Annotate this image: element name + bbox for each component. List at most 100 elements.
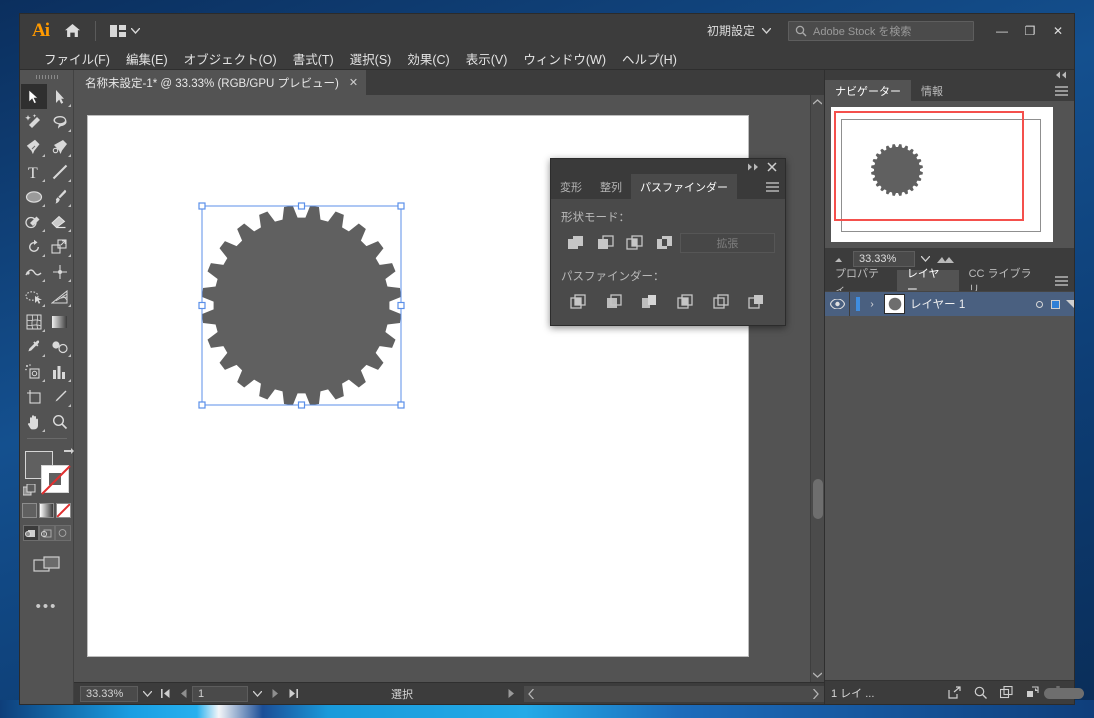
hand-tool[interactable] bbox=[21, 409, 47, 434]
draw-normal-icon[interactable] bbox=[22, 525, 39, 541]
gradient-button[interactable] bbox=[39, 503, 54, 518]
selection-tool[interactable] bbox=[20, 84, 47, 109]
zoom-out-icon[interactable] bbox=[833, 255, 847, 263]
slice-tool[interactable] bbox=[47, 384, 73, 409]
layers-panel-menu-icon[interactable] bbox=[1049, 270, 1074, 291]
pen-tool[interactable] bbox=[21, 134, 47, 159]
prev-artboard-icon[interactable] bbox=[174, 686, 192, 702]
lasso-tool[interactable] bbox=[47, 109, 73, 134]
zoom-dropdown-icon[interactable] bbox=[138, 686, 156, 702]
layer-selection-square[interactable] bbox=[1051, 299, 1060, 309]
menu-edit[interactable]: 編集(E) bbox=[118, 47, 176, 70]
scale-tool[interactable] bbox=[47, 234, 73, 259]
vertical-scroll-thumb[interactable] bbox=[813, 479, 823, 519]
create-new-sublayer-icon[interactable] bbox=[996, 684, 1016, 702]
status-play-icon[interactable] bbox=[502, 686, 520, 702]
color-button[interactable] bbox=[22, 503, 37, 518]
none-button[interactable] bbox=[56, 503, 71, 518]
exclude-button[interactable] bbox=[650, 232, 680, 254]
menu-help[interactable]: ヘルプ(H) bbox=[614, 47, 685, 70]
menu-window[interactable]: ウィンドウ(W) bbox=[515, 47, 614, 70]
horizontal-scrollbar[interactable] bbox=[524, 685, 1084, 702]
tools-panel-grip[interactable] bbox=[20, 72, 73, 82]
menu-file[interactable]: ファイル(F) bbox=[36, 47, 118, 70]
last-artboard-icon[interactable] bbox=[284, 686, 302, 702]
crop-button[interactable] bbox=[668, 291, 704, 313]
tab-align[interactable]: 整列 bbox=[591, 174, 631, 199]
menu-type[interactable]: 書式(T) bbox=[285, 47, 342, 70]
ellipse-tool[interactable] bbox=[21, 184, 47, 209]
symbol-sprayer-tool[interactable] bbox=[21, 359, 47, 384]
home-icon[interactable] bbox=[59, 20, 85, 42]
gradient-tool[interactable] bbox=[47, 309, 73, 334]
eyedropper-tool[interactable] bbox=[21, 334, 47, 359]
intersect-button[interactable] bbox=[620, 232, 650, 254]
workspace-selector[interactable]: 初期設定 bbox=[698, 19, 780, 42]
expand-button[interactable]: 拡張 bbox=[679, 233, 775, 253]
tab-info[interactable]: 情報 bbox=[911, 80, 953, 101]
tab-navigator[interactable]: ナビゲーター bbox=[825, 80, 911, 101]
edit-toolbar-button[interactable]: ••• bbox=[36, 598, 58, 615]
first-artboard-icon[interactable] bbox=[156, 686, 174, 702]
curvature-tool[interactable] bbox=[47, 134, 73, 159]
perspective-grid-tool[interactable] bbox=[47, 284, 73, 309]
divide-button[interactable] bbox=[561, 291, 597, 313]
layer-list[interactable]: › レイヤー 1 bbox=[825, 291, 1074, 680]
close-button[interactable]: ✕ bbox=[1044, 20, 1072, 42]
minus-back-button[interactable] bbox=[739, 291, 775, 313]
navigator-zoom-dropdown-icon[interactable] bbox=[921, 256, 930, 262]
outline-button[interactable] bbox=[704, 291, 740, 313]
paintbrush-tool[interactable] bbox=[47, 184, 73, 209]
layer-name[interactable]: レイヤー 1 bbox=[910, 296, 1036, 312]
zoom-tool[interactable] bbox=[47, 409, 73, 434]
navigator-thumbnail[interactable] bbox=[831, 107, 1053, 242]
shaper-tool[interactable] bbox=[21, 209, 47, 234]
tab-pathfinder[interactable]: パスファインダー bbox=[631, 174, 737, 199]
merge-button[interactable] bbox=[632, 291, 668, 313]
line-segment-tool[interactable] bbox=[47, 159, 73, 184]
tab-transform[interactable]: 変形 bbox=[551, 174, 591, 199]
tab-properties[interactable]: プロパティ bbox=[825, 268, 897, 296]
mesh-tool[interactable] bbox=[21, 309, 47, 334]
zoom-in-icon[interactable] bbox=[936, 255, 956, 264]
eye-icon[interactable] bbox=[825, 299, 849, 309]
magic-wand-tool[interactable] bbox=[21, 109, 47, 134]
vertical-scroll-track[interactable] bbox=[811, 109, 824, 668]
close-icon[interactable]: ✕ bbox=[349, 76, 358, 89]
minus-front-button[interactable] bbox=[591, 232, 621, 254]
change-screen-mode-icon[interactable] bbox=[32, 555, 61, 580]
maximize-button[interactable]: ❐ bbox=[1016, 20, 1044, 42]
minimize-button[interactable]: — bbox=[988, 20, 1016, 42]
pathfinder-panel[interactable]: 変形 整列 パスファインダー 形状モード： 拡張 パスファインダー： bbox=[550, 158, 786, 326]
layer-row[interactable]: › レイヤー 1 bbox=[825, 292, 1074, 316]
scroll-down-icon[interactable] bbox=[813, 668, 822, 682]
draw-behind-icon[interactable] bbox=[38, 525, 55, 541]
width-tool[interactable] bbox=[21, 259, 47, 284]
stock-search-input[interactable]: Adobe Stock を検索 bbox=[788, 20, 974, 41]
zoom-level-input[interactable]: 33.33% bbox=[80, 685, 138, 702]
navigator-panel-menu-icon[interactable] bbox=[1048, 80, 1074, 101]
artboard-tool[interactable] bbox=[21, 384, 47, 409]
menu-select[interactable]: 選択(S) bbox=[342, 47, 400, 70]
artboard-number-input[interactable]: 1 bbox=[192, 685, 248, 702]
stroke-swatch[interactable] bbox=[40, 465, 71, 495]
next-artboard-icon[interactable] bbox=[266, 686, 284, 702]
navigator-view-box[interactable] bbox=[834, 111, 1024, 221]
blend-tool[interactable] bbox=[47, 334, 73, 359]
target-circle-icon[interactable] bbox=[1036, 300, 1043, 308]
locate-object-icon[interactable] bbox=[944, 684, 964, 702]
column-graph-tool[interactable] bbox=[47, 359, 73, 384]
menu-effect[interactable]: 効果(C) bbox=[399, 47, 457, 70]
make-clipping-mask-icon[interactable] bbox=[970, 684, 990, 702]
draw-inside-icon[interactable] bbox=[54, 525, 71, 541]
tab-layers[interactable]: レイヤー bbox=[896, 268, 959, 296]
pathfinder-panel-menu-icon[interactable] bbox=[759, 174, 785, 199]
close-icon[interactable] bbox=[767, 161, 777, 172]
arrange-documents-icon[interactable] bbox=[106, 23, 144, 39]
horizontal-scroll-thumb[interactable] bbox=[1044, 688, 1084, 699]
collapse-icon[interactable] bbox=[747, 163, 759, 171]
chevron-right-icon[interactable]: › bbox=[865, 299, 879, 310]
menu-object[interactable]: オブジェクト(O) bbox=[176, 47, 285, 70]
document-tab[interactable]: 名称未設定-1* @ 33.33% (RGB/GPU プレビュー) ✕ bbox=[74, 70, 368, 95]
eraser-tool[interactable] bbox=[47, 209, 73, 234]
